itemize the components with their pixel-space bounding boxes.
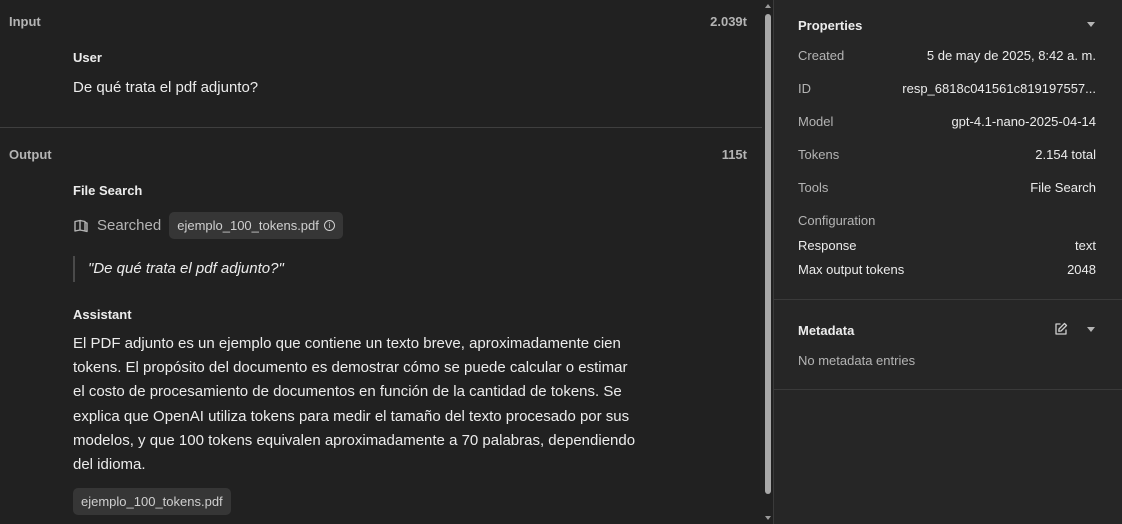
user-role-label: User	[73, 50, 102, 65]
assistant-line: El PDF adjunto es un ejemplo que contien…	[73, 335, 621, 352]
book-icon	[73, 218, 89, 234]
section-divider	[0, 127, 762, 128]
assistant-line: tokens. El propósito del documento es de…	[73, 359, 628, 377]
panel-divider	[774, 299, 1122, 300]
model-value: gpt-4.1-nano-2025-04-14	[951, 114, 1096, 129]
panel-divider	[774, 389, 1122, 390]
model-label: Model	[798, 114, 834, 129]
max-output-tokens-value: 2048	[1067, 262, 1096, 277]
assistant-role-label: Assistant	[73, 307, 132, 322]
output-token-count: 115t	[721, 147, 747, 162]
tools-label: Tools	[798, 180, 829, 195]
assistant-message: El PDF adjunto es un ejemplo que contien…	[73, 332, 683, 477]
user-message: De qué trata el pdf adjunto?	[73, 79, 259, 96]
properties-title[interactable]: Properties	[798, 18, 862, 33]
searched-file-name: ejemplo_100_tokens.pdf	[177, 218, 319, 233]
assistant-line: del idioma.	[73, 456, 146, 474]
attachment-chip[interactable]: ejemplo_100_tokens.pdf	[73, 488, 231, 515]
scroll-up-arrow[interactable]	[765, 4, 771, 8]
input-token-count: 2.039t	[710, 14, 747, 29]
file-search-role-label: File Search	[73, 183, 143, 198]
response-detail-pane: Input 2.039t User De qué trata el pdf ad…	[0, 0, 762, 524]
search-query: "De qué trata el pdf adjunto?"	[88, 260, 284, 277]
chevron-down-icon[interactable]	[1087, 22, 1095, 27]
metadata-title[interactable]: Metadata	[798, 323, 854, 338]
max-output-tokens-label: Max output tokens	[798, 262, 905, 277]
assistant-line: el costo de procesamiento de documentos …	[73, 383, 622, 401]
id-label: ID	[798, 81, 811, 96]
id-value[interactable]: resp_6818c041561c819197557...	[902, 81, 1096, 96]
response-value: text	[1075, 238, 1096, 253]
created-label: Created	[798, 48, 845, 63]
tokens-value: 2.154 total	[1035, 147, 1096, 162]
input-header: Input	[9, 14, 41, 29]
chevron-down-icon[interactable]	[1087, 327, 1095, 332]
scrollbar-thumb[interactable]	[765, 14, 771, 494]
file-search-call: Searched ejemplo_100_tokens.pdf i	[73, 212, 343, 239]
scroll-down-arrow[interactable]	[765, 516, 771, 520]
edit-icon[interactable]	[1054, 322, 1068, 336]
tokens-label: Tokens	[798, 147, 840, 162]
tools-value: File Search	[1030, 180, 1096, 195]
no-metadata-text: No metadata entries	[798, 353, 916, 368]
configuration-label: Configuration	[798, 213, 876, 228]
info-icon[interactable]: i	[323, 220, 335, 231]
response-label: Response	[798, 238, 857, 253]
searched-label: Searched	[97, 217, 162, 234]
quote-bar	[73, 256, 75, 282]
output-header: Output	[9, 147, 52, 162]
assistant-line: modelos, y que 100 tokens equivalen apro…	[73, 431, 636, 449]
assistant-line: explica que OpenAI utiliza tokens para m…	[73, 407, 630, 425]
properties-panel: Properties Created 5 de may de 2025, 8:4…	[774, 0, 1122, 524]
searched-file-chip[interactable]: ejemplo_100_tokens.pdf i	[169, 212, 343, 239]
created-value: 5 de may de 2025, 8:42 a. m.	[926, 48, 1096, 63]
